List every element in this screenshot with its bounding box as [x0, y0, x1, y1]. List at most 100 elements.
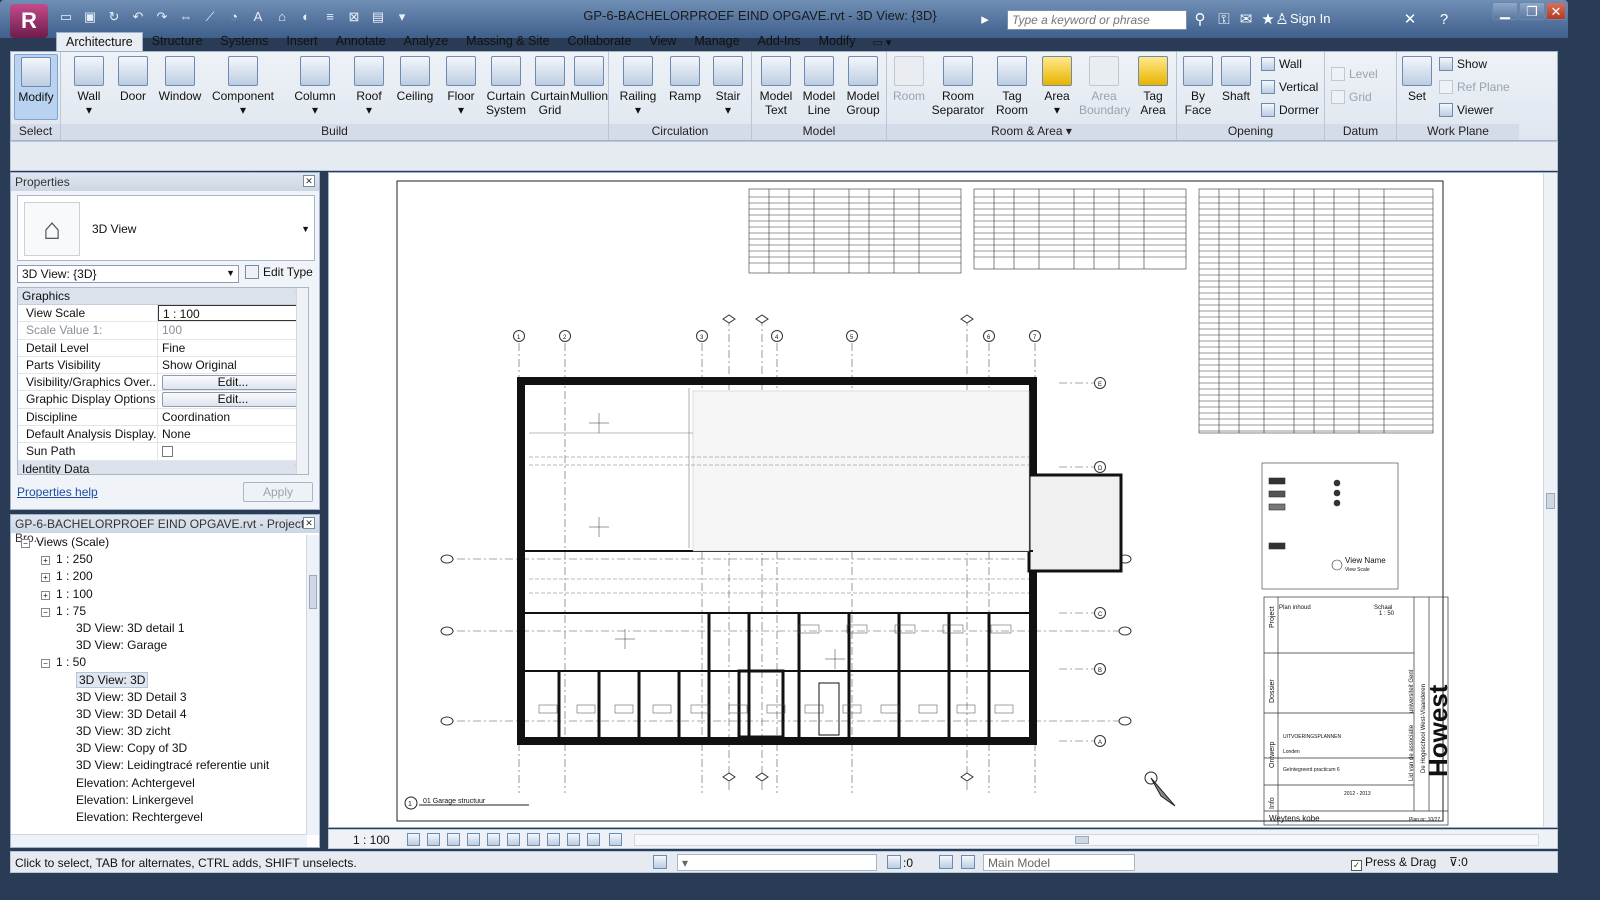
crop-view-icon[interactable]	[507, 833, 520, 846]
sun-path-icon[interactable]	[447, 833, 460, 846]
reveal-hidden-icon[interactable]	[587, 833, 600, 846]
tree-item[interactable]: 3D View: Copy of 3D	[11, 741, 307, 758]
opening-wall-button[interactable]: Wall	[1261, 57, 1302, 71]
tab-insert[interactable]: Insert	[277, 32, 326, 51]
grid-button[interactable]: Grid	[1331, 90, 1372, 104]
collapse-icon[interactable]: −	[21, 539, 30, 548]
render-icon[interactable]	[487, 833, 500, 846]
analysis-display-value[interactable]: None	[158, 426, 308, 442]
browser-vertical-scrollbar[interactable]	[306, 535, 319, 835]
tree-item[interactable]: −1 : 50	[11, 655, 307, 672]
measure-icon[interactable]: ⇔	[176, 8, 196, 26]
wall-button[interactable]: Wall ▾	[67, 54, 111, 117]
tag-area-button[interactable]: Tag Area	[1131, 54, 1175, 117]
detail-level-icon[interactable]	[407, 833, 420, 846]
room-button[interactable]: Room	[889, 54, 929, 103]
binoculars-icon[interactable]: ⚲	[1190, 10, 1210, 30]
tree-item[interactable]: +1 : 200	[11, 569, 307, 586]
tree-item[interactable]: 3D View: 3D Detail 4	[11, 707, 307, 724]
stair-button[interactable]: Stair ▾	[707, 54, 749, 117]
lock-view-icon[interactable]	[547, 833, 560, 846]
show-button[interactable]: Show	[1439, 57, 1487, 71]
vg-edit-button[interactable]: Edit...	[162, 375, 304, 391]
collapse-icon[interactable]: −	[41, 607, 50, 617]
sheet-drawing[interactable]: View Name View Scale Plan inhoud Schaal …	[329, 173, 1545, 828]
model-group-button[interactable]: Model Group	[840, 54, 886, 117]
vertical-button[interactable]: Vertical	[1261, 80, 1318, 94]
exchange-icon[interactable]: ✕	[1400, 10, 1420, 30]
tab-analyze[interactable]: Analyze	[395, 32, 457, 51]
tree-item[interactable]: − Views (Scale)	[11, 535, 307, 552]
apply-button[interactable]: Apply	[243, 482, 313, 502]
area-button[interactable]: Area ▾	[1037, 54, 1077, 117]
thin-lines-icon[interactable]: ≡	[320, 8, 340, 26]
viewer-button[interactable]: Viewer	[1439, 103, 1493, 117]
tag-room-button[interactable]: Tag Room	[989, 54, 1035, 117]
view-scale-input[interactable]: 1 : 100	[158, 305, 308, 322]
model-text-button[interactable]: Model Text	[754, 54, 798, 117]
door-button[interactable]: Door	[111, 54, 155, 103]
ref-plane-button[interactable]: Ref Plane	[1439, 80, 1510, 94]
type-selector[interactable]: ⌂ 3D View ▼	[17, 195, 315, 261]
sync-icon[interactable]: ↻	[104, 8, 124, 26]
ceiling-button[interactable]: Ceiling	[391, 54, 439, 103]
tab-massing-site[interactable]: Massing & Site	[457, 32, 558, 51]
design-options-icon[interactable]	[939, 855, 953, 869]
dormer-button[interactable]: Dormer	[1261, 103, 1319, 117]
close-button[interactable]: ✕	[1546, 2, 1566, 20]
tree-item[interactable]: Elevation: Linkergevel	[11, 793, 307, 810]
tab-modify[interactable]: Modify	[810, 32, 865, 51]
railing-button[interactable]: Railing ▾	[615, 54, 661, 117]
sign-in-link[interactable]: Sign In	[1290, 11, 1330, 26]
shadows-icon[interactable]	[467, 833, 480, 846]
scroll-thumb[interactable]	[309, 575, 317, 609]
temp-hide-icon[interactable]	[567, 833, 580, 846]
qat-dropdown-icon[interactable]: ▾	[392, 8, 412, 26]
redo-icon[interactable]: ↷	[152, 8, 172, 26]
communication-icon[interactable]: ✉	[1236, 10, 1256, 30]
expand-icon[interactable]: +	[41, 590, 50, 600]
drawing-canvas[interactable]: View Name View Scale Plan inhoud Schaal …	[328, 172, 1558, 828]
properties-help-link[interactable]: Properties help	[17, 485, 98, 499]
tree-item[interactable]: 3D View: Leidingtracé referentie unit	[11, 758, 307, 775]
maximize-button[interactable]: ❐	[1519, 2, 1545, 20]
tab-view[interactable]: View	[640, 32, 685, 51]
floor-button[interactable]: Floor ▾	[441, 54, 481, 117]
3d-view-icon[interactable]: ⌂	[272, 8, 292, 26]
edit-type-button[interactable]: Edit Type	[245, 265, 313, 279]
tree-item[interactable]: −1 : 75	[11, 604, 307, 621]
section-icon[interactable]: ◐	[296, 8, 316, 26]
subscription-icon[interactable]: ⚿	[1214, 10, 1234, 30]
tree-item[interactable]: 3D View: 3D detail 1	[11, 621, 307, 638]
area-boundary-button[interactable]: Area Boundary	[1079, 54, 1130, 117]
tree-item[interactable]: +1 : 250	[11, 552, 307, 569]
press-drag-checkbox[interactable]: ✓	[1351, 860, 1362, 871]
chevron-down-icon[interactable]: ▼	[301, 224, 310, 234]
tree-item[interactable]: 3D View: 3D	[11, 671, 307, 690]
property-grid-scrollbar[interactable]	[296, 288, 308, 474]
tab-manage[interactable]: Manage	[685, 32, 748, 51]
save-icon[interactable]: ▣	[80, 8, 100, 26]
scroll-thumb[interactable]	[1075, 836, 1089, 844]
curtain-system-button[interactable]: Curtain System	[483, 54, 529, 117]
tree-item[interactable]: 3D View: 3D Detail 3	[11, 690, 307, 707]
visual-style-icon[interactable]	[427, 833, 440, 846]
tab-annotate[interactable]: Annotate	[327, 32, 395, 51]
category-graphics[interactable]: Graphics⌃	[18, 288, 308, 305]
shaft-button[interactable]: Shaft	[1217, 54, 1255, 103]
tag-icon[interactable]: ◔	[224, 8, 244, 26]
editing-requests-icon[interactable]	[887, 855, 901, 869]
category-identity-data[interactable]: Identity Data⌃	[18, 460, 308, 474]
model-dropdown[interactable]: Main Model	[983, 854, 1135, 871]
tab-collaborate[interactable]: Collaborate	[559, 32, 641, 51]
switch-windows-icon[interactable]: ▤	[368, 8, 388, 26]
expand-icon[interactable]: +	[41, 556, 50, 566]
minimize-button[interactable]: ▁	[1492, 2, 1518, 20]
group-room-area-label[interactable]: Room & Area ▾	[887, 124, 1176, 140]
tree-item[interactable]: Elevation: Achtergevel	[11, 776, 307, 793]
workset-dropdown[interactable]: ▾	[677, 854, 877, 871]
tree-item[interactable]: Elevation: Rechtergevel	[11, 810, 307, 827]
ramp-button[interactable]: Ramp	[663, 54, 707, 103]
undo-icon[interactable]: ↶	[128, 8, 148, 26]
close-icon[interactable]: ✕	[303, 517, 315, 529]
